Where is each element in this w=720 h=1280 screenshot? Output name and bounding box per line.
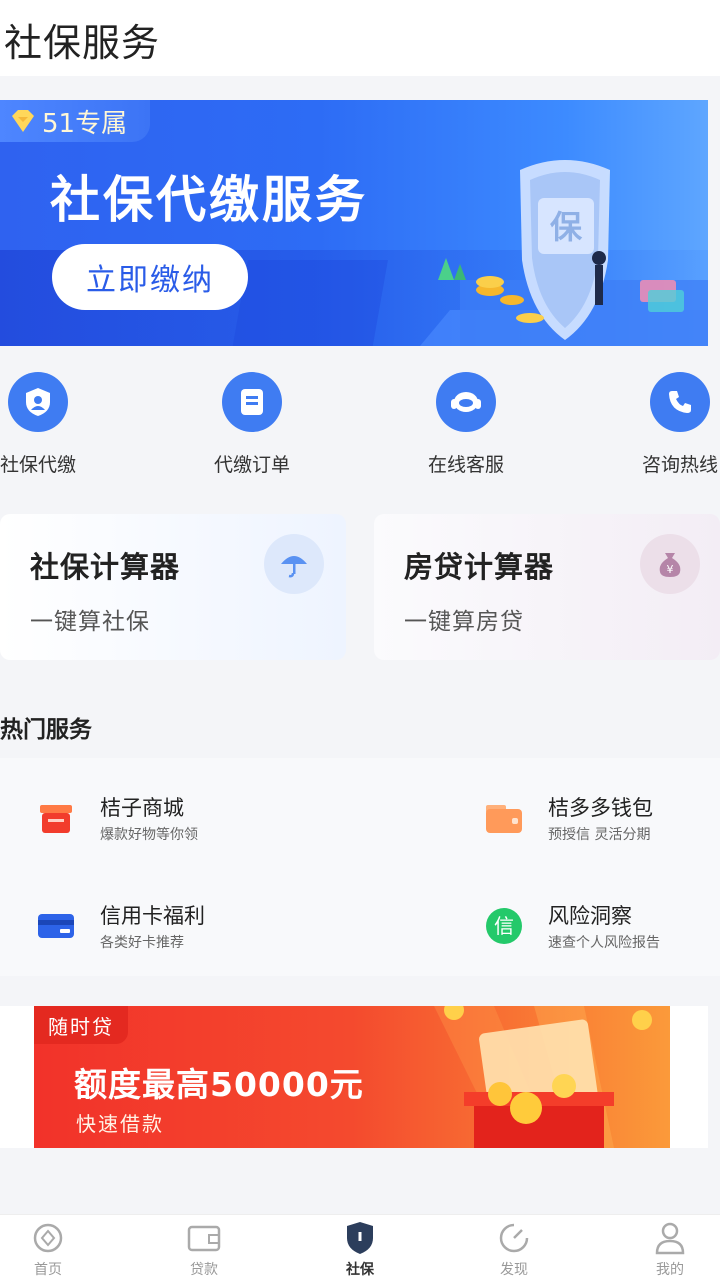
tab-profile[interactable]: 我的 xyxy=(620,1221,720,1280)
document-icon xyxy=(222,372,282,432)
hot-service-subtitle: 爆款好物等你领 xyxy=(100,827,198,843)
promo-tag: 随时贷 xyxy=(34,1006,128,1044)
quick-action-label: 社保代缴 xyxy=(0,454,76,476)
hot-service-title: 桔子商城 xyxy=(100,796,184,820)
credit-card-icon xyxy=(34,904,78,948)
hot-service-subtitle: 各类好卡推荐 xyxy=(100,935,184,951)
calculator-title: 房贷计算器 xyxy=(404,550,555,584)
phone-icon xyxy=(650,372,710,432)
calculator-subtitle: 一键算社保 xyxy=(30,609,150,635)
hot-service-title: 信用卡福利 xyxy=(100,904,205,928)
pay-now-button[interactable]: 立即缴纳 xyxy=(52,244,248,310)
shop-icon xyxy=(34,796,78,840)
promo-container: 随时贷 额度最高50000元 快速借款 xyxy=(0,1006,708,1148)
tab-social-security[interactable]: 社保 xyxy=(310,1221,410,1280)
svg-text:¥: ¥ xyxy=(667,563,674,576)
shield-icon xyxy=(343,1221,377,1255)
tab-label: 发现 xyxy=(500,1262,528,1278)
hot-service-title: 桔多多钱包 xyxy=(548,796,653,820)
quick-action-online-service[interactable]: 在线客服 xyxy=(406,372,526,482)
promo-title: 额度最高50000元 xyxy=(74,1065,364,1104)
calculator-title: 社保计算器 xyxy=(30,550,181,584)
tab-loan[interactable]: 贷款 xyxy=(154,1221,254,1280)
hot-service-credit-card[interactable]: 信用卡福利 各类好卡推荐 xyxy=(34,900,334,960)
loan-promo-banner[interactable]: 随时贷 额度最高50000元 快速借款 xyxy=(34,1006,670,1148)
page-title: 社保服务 xyxy=(4,21,161,65)
hot-services-title: 热门服务 xyxy=(0,717,92,743)
badge-label: 51专属 xyxy=(42,108,128,139)
red-packet-illustration xyxy=(434,1006,652,1148)
umbrella-icon xyxy=(264,534,324,594)
shield-illustration: 保 xyxy=(420,160,708,346)
social-security-calculator-card[interactable]: 社保计算器 一键算社保 xyxy=(0,514,346,660)
credit-badge-icon: 信 xyxy=(482,904,526,948)
quick-action-label: 代缴订单 xyxy=(213,454,290,476)
banner-title: 社保代缴服务 xyxy=(50,171,368,229)
quick-action-social-pay[interactable]: 社保代缴 xyxy=(0,372,98,482)
tab-discover[interactable]: 发现 xyxy=(464,1221,564,1280)
hot-service-subtitle: 速查个人风险报告 xyxy=(548,935,660,951)
profile-icon xyxy=(653,1221,687,1255)
exclusive-badge: 51专属 xyxy=(0,100,150,142)
discover-icon xyxy=(497,1221,531,1255)
money-bag-icon: ¥ xyxy=(640,534,700,594)
wallet-icon xyxy=(482,796,526,840)
page-header: 社保服务 xyxy=(0,0,720,76)
shield-text: 保 xyxy=(550,208,583,246)
social-security-banner[interactable]: 51专属 社保代缴服务 立即缴纳 保 xyxy=(0,100,708,346)
diamond-icon xyxy=(12,110,34,132)
headset-icon xyxy=(436,372,496,432)
tab-label: 首页 xyxy=(34,1262,62,1278)
promo-subtitle: 快速借款 xyxy=(76,1112,164,1136)
mortgage-calculator-card[interactable]: 房贷计算器 一键算房贷 ¥ xyxy=(374,514,720,660)
quick-action-label: 咨询热线 xyxy=(641,454,718,476)
quick-action-hotline[interactable]: 咨询热线 xyxy=(620,372,720,482)
banner-decoration xyxy=(232,260,388,346)
credit-badge-text: 信 xyxy=(494,914,514,938)
hot-service-subtitle: 预授信 灵活分期 xyxy=(548,827,651,843)
hot-service-wallet[interactable]: 桔多多钱包 预授信 灵活分期 xyxy=(482,792,720,852)
tab-label: 贷款 xyxy=(190,1262,218,1278)
home-icon xyxy=(31,1221,65,1255)
tab-label: 我的 xyxy=(656,1262,684,1278)
hot-services-panel: 桔子商城 爆款好物等你领 桔多多钱包 预授信 灵活分期 信用卡福利 各类好卡推荐… xyxy=(0,758,720,976)
hot-service-title: 风险洞察 xyxy=(548,904,632,928)
bottom-tab-bar: 首页 贷款 社保 发现 我的 xyxy=(0,1214,720,1280)
calculator-subtitle: 一键算房贷 xyxy=(404,609,524,635)
tab-home[interactable]: 首页 xyxy=(0,1221,98,1280)
hot-service-orange-mall[interactable]: 桔子商城 爆款好物等你领 xyxy=(34,792,334,852)
tab-label: 社保 xyxy=(346,1262,374,1278)
quick-action-orders[interactable]: 代缴订单 xyxy=(192,372,312,482)
hot-service-risk-insight[interactable]: 信 风险洞察 速查个人风险报告 xyxy=(482,900,720,960)
person-shield-icon xyxy=(8,372,68,432)
loan-icon xyxy=(187,1221,221,1255)
quick-action-label: 在线客服 xyxy=(427,454,504,476)
